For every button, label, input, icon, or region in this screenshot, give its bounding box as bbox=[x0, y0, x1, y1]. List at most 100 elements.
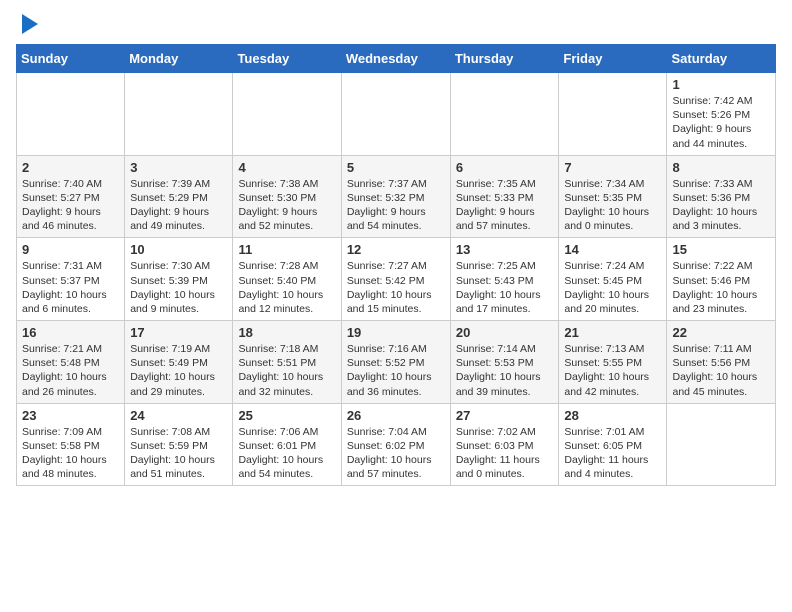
calendar-cell: 22 Sunrise: 7:11 AM Sunset: 5:56 PM Dayli… bbox=[667, 321, 776, 404]
day-info: Sunrise: 7:40 AM Sunset: 5:27 PM Dayligh… bbox=[22, 177, 119, 234]
day-of-week-header: Thursday bbox=[450, 45, 559, 73]
calendar-cell: 6 Sunrise: 7:35 AM Sunset: 5:33 PM Daylig… bbox=[450, 155, 559, 238]
day-number: 9 bbox=[22, 242, 119, 257]
day-number: 26 bbox=[347, 408, 445, 423]
calendar-cell: 17 Sunrise: 7:19 AM Sunset: 5:49 PM Dayli… bbox=[125, 321, 233, 404]
calendar-cell: 10 Sunrise: 7:30 AM Sunset: 5:39 PM Dayli… bbox=[125, 238, 233, 321]
day-info: Sunrise: 7:39 AM Sunset: 5:29 PM Dayligh… bbox=[130, 177, 227, 234]
day-of-week-header: Tuesday bbox=[233, 45, 341, 73]
day-info: Sunrise: 7:02 AM Sunset: 6:03 PM Dayligh… bbox=[456, 425, 554, 482]
day-number: 17 bbox=[130, 325, 227, 340]
day-info: Sunrise: 7:24 AM Sunset: 5:45 PM Dayligh… bbox=[564, 259, 661, 316]
calendar-cell: 19 Sunrise: 7:16 AM Sunset: 5:52 PM Dayli… bbox=[341, 321, 450, 404]
day-info: Sunrise: 7:42 AM Sunset: 5:26 PM Dayligh… bbox=[672, 94, 770, 151]
calendar-cell bbox=[233, 73, 341, 156]
day-number: 12 bbox=[347, 242, 445, 257]
calendar-cell: 5 Sunrise: 7:37 AM Sunset: 5:32 PM Daylig… bbox=[341, 155, 450, 238]
day-number: 15 bbox=[672, 242, 770, 257]
calendar-cell: 14 Sunrise: 7:24 AM Sunset: 5:45 PM Dayli… bbox=[559, 238, 667, 321]
calendar-week-row: 9Sunrise: 7:31 AM Sunset: 5:37 PM Daylig… bbox=[17, 238, 776, 321]
calendar-cell: 16Sunrise: 7:21 AM Sunset: 5:48 PM Dayli… bbox=[17, 321, 125, 404]
day-info: Sunrise: 7:16 AM Sunset: 5:52 PM Dayligh… bbox=[347, 342, 445, 399]
day-number: 21 bbox=[564, 325, 661, 340]
calendar-cell: 12 Sunrise: 7:27 AM Sunset: 5:42 PM Dayli… bbox=[341, 238, 450, 321]
day-info: Sunrise: 7:38 AM Sunset: 5:30 PM Dayligh… bbox=[238, 177, 335, 234]
calendar-cell: 28 Sunrise: 7:01 AM Sunset: 6:05 PM Dayli… bbox=[559, 403, 667, 486]
day-info: Sunrise: 7:08 AM Sunset: 5:59 PM Dayligh… bbox=[130, 425, 227, 482]
day-number: 22 bbox=[672, 325, 770, 340]
day-info: Sunrise: 7:14 AM Sunset: 5:53 PM Dayligh… bbox=[456, 342, 554, 399]
day-info: Sunrise: 7:34 AM Sunset: 5:35 PM Dayligh… bbox=[564, 177, 661, 234]
day-info: Sunrise: 7:22 AM Sunset: 5:46 PM Dayligh… bbox=[672, 259, 770, 316]
calendar-cell: 18 Sunrise: 7:18 AM Sunset: 5:51 PM Dayli… bbox=[233, 321, 341, 404]
calendar-cell: 24 Sunrise: 7:08 AM Sunset: 5:59 PM Dayli… bbox=[125, 403, 233, 486]
logo-arrow-icon bbox=[22, 14, 38, 34]
day-number: 5 bbox=[347, 160, 445, 175]
day-number: 7 bbox=[564, 160, 661, 175]
day-number: 4 bbox=[238, 160, 335, 175]
day-number: 2 bbox=[22, 160, 119, 175]
day-info: Sunrise: 7:33 AM Sunset: 5:36 PM Dayligh… bbox=[672, 177, 770, 234]
day-number: 19 bbox=[347, 325, 445, 340]
day-info: Sunrise: 7:19 AM Sunset: 5:49 PM Dayligh… bbox=[130, 342, 227, 399]
calendar-cell: 27 Sunrise: 7:02 AM Sunset: 6:03 PM Dayli… bbox=[450, 403, 559, 486]
day-number: 6 bbox=[456, 160, 554, 175]
calendar-week-row: 2 Sunrise: 7:40 AM Sunset: 5:27 PM Daylig… bbox=[17, 155, 776, 238]
calendar-cell: 2 Sunrise: 7:40 AM Sunset: 5:27 PM Daylig… bbox=[17, 155, 125, 238]
calendar-cell: 1 Sunrise: 7:42 AM Sunset: 5:26 PM Daylig… bbox=[667, 73, 776, 156]
calendar-cell: 9Sunrise: 7:31 AM Sunset: 5:37 PM Daylig… bbox=[17, 238, 125, 321]
day-info: Sunrise: 7:25 AM Sunset: 5:43 PM Dayligh… bbox=[456, 259, 554, 316]
calendar-cell: 23Sunrise: 7:09 AM Sunset: 5:58 PM Dayli… bbox=[17, 403, 125, 486]
day-number: 14 bbox=[564, 242, 661, 257]
day-info: Sunrise: 7:27 AM Sunset: 5:42 PM Dayligh… bbox=[347, 259, 445, 316]
day-number: 8 bbox=[672, 160, 770, 175]
calendar-cell: 13 Sunrise: 7:25 AM Sunset: 5:43 PM Dayli… bbox=[450, 238, 559, 321]
day-number: 10 bbox=[130, 242, 227, 257]
day-info: Sunrise: 7:01 AM Sunset: 6:05 PM Dayligh… bbox=[564, 425, 661, 482]
day-number: 24 bbox=[130, 408, 227, 423]
calendar-cell bbox=[341, 73, 450, 156]
calendar-cell bbox=[450, 73, 559, 156]
day-info: Sunrise: 7:21 AM Sunset: 5:48 PM Dayligh… bbox=[22, 342, 119, 399]
day-number: 11 bbox=[238, 242, 335, 257]
calendar-cell: 11Sunrise: 7:28 AM Sunset: 5:40 PM Dayli… bbox=[233, 238, 341, 321]
day-number: 3 bbox=[130, 160, 227, 175]
calendar-week-row: 16Sunrise: 7:21 AM Sunset: 5:48 PM Dayli… bbox=[17, 321, 776, 404]
calendar-cell: 15 Sunrise: 7:22 AM Sunset: 5:46 PM Dayli… bbox=[667, 238, 776, 321]
day-info: Sunrise: 7:30 AM Sunset: 5:39 PM Dayligh… bbox=[130, 259, 227, 316]
calendar-cell: 21 Sunrise: 7:13 AM Sunset: 5:55 PM Dayli… bbox=[559, 321, 667, 404]
day-number: 20 bbox=[456, 325, 554, 340]
calendar-week-row: 23Sunrise: 7:09 AM Sunset: 5:58 PM Dayli… bbox=[17, 403, 776, 486]
day-of-week-header: Saturday bbox=[667, 45, 776, 73]
day-info: Sunrise: 7:09 AM Sunset: 5:58 PM Dayligh… bbox=[22, 425, 119, 482]
day-number: 28 bbox=[564, 408, 661, 423]
day-of-week-header: Monday bbox=[125, 45, 233, 73]
day-info: Sunrise: 7:35 AM Sunset: 5:33 PM Dayligh… bbox=[456, 177, 554, 234]
day-number: 1 bbox=[672, 77, 770, 92]
calendar-week-row: 1 Sunrise: 7:42 AM Sunset: 5:26 PM Daylig… bbox=[17, 73, 776, 156]
day-info: Sunrise: 7:06 AM Sunset: 6:01 PM Dayligh… bbox=[238, 425, 335, 482]
calendar-cell: 20 Sunrise: 7:14 AM Sunset: 5:53 PM Dayli… bbox=[450, 321, 559, 404]
day-info: Sunrise: 7:13 AM Sunset: 5:55 PM Dayligh… bbox=[564, 342, 661, 399]
calendar-cell: 8 Sunrise: 7:33 AM Sunset: 5:36 PM Daylig… bbox=[667, 155, 776, 238]
day-info: Sunrise: 7:04 AM Sunset: 6:02 PM Dayligh… bbox=[347, 425, 445, 482]
page-header bbox=[16, 16, 776, 34]
day-number: 25 bbox=[238, 408, 335, 423]
calendar-header-row: SundayMondayTuesdayWednesdayThursdayFrid… bbox=[17, 45, 776, 73]
calendar-table: SundayMondayTuesdayWednesdayThursdayFrid… bbox=[16, 44, 776, 486]
day-of-week-header: Wednesday bbox=[341, 45, 450, 73]
calendar-cell bbox=[667, 403, 776, 486]
calendar-cell bbox=[559, 73, 667, 156]
calendar-cell bbox=[125, 73, 233, 156]
day-info: Sunrise: 7:11 AM Sunset: 5:56 PM Dayligh… bbox=[672, 342, 770, 399]
day-of-week-header: Friday bbox=[559, 45, 667, 73]
day-number: 18 bbox=[238, 325, 335, 340]
day-of-week-header: Sunday bbox=[17, 45, 125, 73]
day-info: Sunrise: 7:37 AM Sunset: 5:32 PM Dayligh… bbox=[347, 177, 445, 234]
calendar-cell bbox=[17, 73, 125, 156]
day-info: Sunrise: 7:18 AM Sunset: 5:51 PM Dayligh… bbox=[238, 342, 335, 399]
calendar-cell: 25 Sunrise: 7:06 AM Sunset: 6:01 PM Dayli… bbox=[233, 403, 341, 486]
day-number: 13 bbox=[456, 242, 554, 257]
calendar-cell: 4 Sunrise: 7:38 AM Sunset: 5:30 PM Daylig… bbox=[233, 155, 341, 238]
day-number: 27 bbox=[456, 408, 554, 423]
